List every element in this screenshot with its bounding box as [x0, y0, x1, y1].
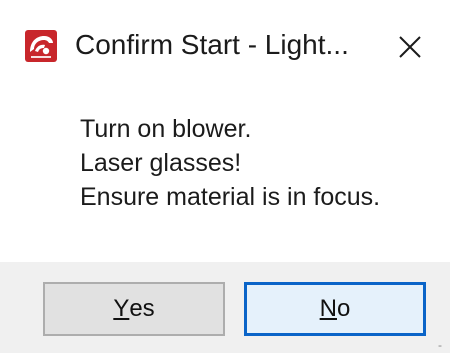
- app-logo-icon: [25, 30, 57, 62]
- button-bar: Yes No -: [0, 262, 450, 353]
- message-line: Ensure material is in focus.: [80, 183, 381, 211]
- yes-button[interactable]: Yes: [43, 282, 225, 336]
- window-title: Confirm Start - Light...: [75, 29, 349, 60]
- close-icon: [399, 36, 421, 58]
- title-bar[interactable]: Confirm Start - Light...: [0, 0, 450, 95]
- message-line: Turn on blower.: [80, 115, 252, 143]
- no-mnemonic: N: [319, 295, 337, 322]
- resize-grip[interactable]: -: [438, 338, 442, 352]
- message-line: Laser glasses!: [80, 149, 242, 177]
- yes-mnemonic: Y: [113, 295, 130, 322]
- confirm-start-dialog: Confirm Start - Light... Turn on blower.…: [0, 0, 450, 353]
- no-button[interactable]: No: [244, 282, 426, 336]
- no-label-rest: o: [336, 295, 351, 322]
- close-button[interactable]: [385, 22, 435, 72]
- message-text: Turn on blower. Laser glasses! Ensure ma…: [80, 112, 380, 214]
- yes-label-rest: es: [129, 295, 155, 322]
